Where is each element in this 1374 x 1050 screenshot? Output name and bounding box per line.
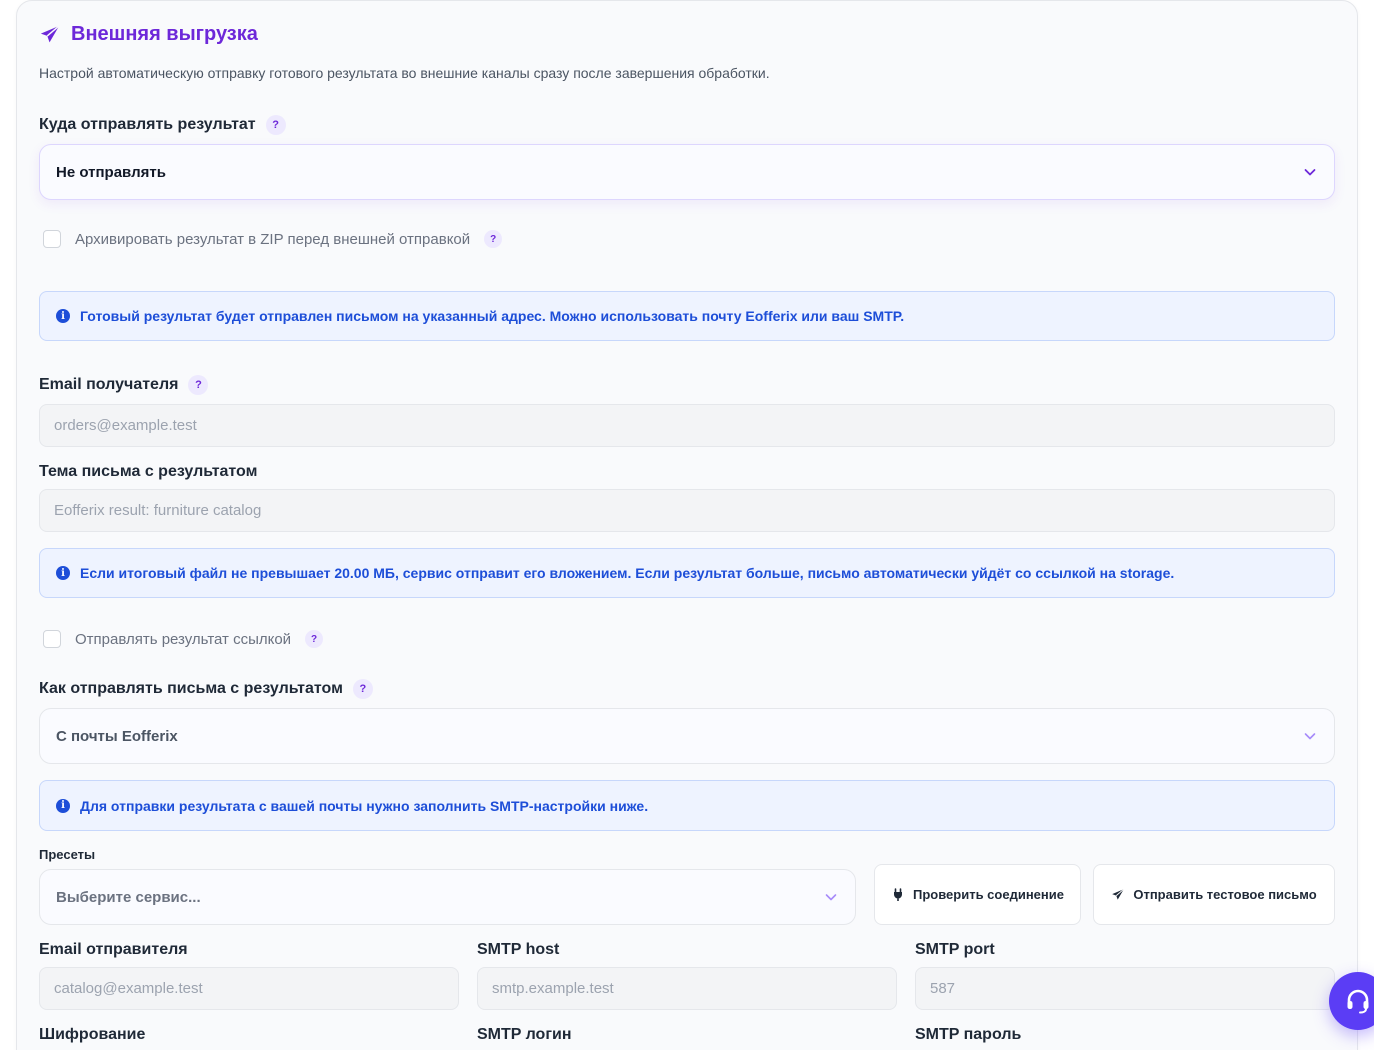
sender-email-input[interactable]: catalog@example.test bbox=[39, 967, 459, 1010]
section-header: Внешняя выгрузка bbox=[39, 23, 258, 46]
paper-plane-icon bbox=[40, 24, 60, 42]
link-checkbox-label: Отправлять результат ссылкой bbox=[75, 630, 292, 648]
send-test-email-label: Отправить тестовое письмо bbox=[1133, 887, 1317, 902]
presets-select-placeholder: Выберите сервис... bbox=[56, 888, 201, 906]
send-method-select-value: С почты Eofferix bbox=[56, 727, 178, 745]
subject-label: Тема письма с результатом bbox=[39, 463, 258, 480]
encryption-label: Шифрование bbox=[39, 1026, 146, 1043]
send-method-label: Как отправлять письма с результатом ? bbox=[39, 679, 373, 699]
sender-email-placeholder: catalog@example.test bbox=[54, 980, 203, 997]
subject-input[interactable]: Eofferix result: furniture catalog bbox=[39, 489, 1335, 532]
zip-checkbox-row: Архивировать результат в ZIP перед внешн… bbox=[43, 230, 503, 248]
recipient-help-icon[interactable]: ? bbox=[188, 375, 209, 395]
destination-select-value: Не отправлять bbox=[56, 163, 166, 181]
destination-help-icon[interactable]: ? bbox=[265, 115, 286, 135]
chevron-down-icon bbox=[825, 894, 837, 901]
link-checkbox[interactable] bbox=[43, 630, 61, 648]
subject-placeholder: Eofferix result: furniture catalog bbox=[54, 502, 262, 519]
smtp-port-label: SMTP port bbox=[915, 941, 995, 958]
destination-label: Куда отправлять результат ? bbox=[39, 115, 286, 135]
size-info-alert: i Если итоговый файл не превышает 20.00 … bbox=[39, 548, 1335, 598]
send-method-select[interactable]: С почты Eofferix bbox=[39, 708, 1335, 764]
smtp-host-input[interactable]: smtp.example.test bbox=[477, 967, 897, 1010]
chevron-down-icon bbox=[1304, 169, 1316, 176]
send-test-email-button[interactable]: Отправить тестовое письмо bbox=[1093, 864, 1335, 925]
destination-select[interactable]: Не отправлять bbox=[39, 144, 1335, 200]
smtp-info-text: Для отправки результата с вашей почты ну… bbox=[80, 797, 649, 814]
recipient-label: Email получателя ? bbox=[39, 375, 209, 395]
section-title: Внешняя выгрузка bbox=[71, 23, 258, 45]
smtp-host-placeholder: smtp.example.test bbox=[492, 980, 614, 997]
zip-help-icon[interactable]: ? bbox=[484, 230, 503, 248]
paper-plane-icon bbox=[1112, 888, 1125, 900]
plug-icon bbox=[894, 887, 902, 901]
link-checkbox-row: Отправлять результат ссылкой ? bbox=[43, 630, 324, 648]
check-connection-label: Проверить соединение bbox=[913, 887, 1064, 902]
recipient-email-input[interactable]: orders@example.test bbox=[39, 404, 1335, 447]
recipient-email-placeholder: orders@example.test bbox=[54, 417, 197, 434]
smtp-password-label: SMTP пароль bbox=[915, 1026, 1022, 1043]
headset-icon bbox=[1347, 989, 1369, 1014]
info-icon: i bbox=[56, 309, 70, 323]
email-info-alert: i Готовый результат будет отправлен пись… bbox=[39, 291, 1335, 341]
check-connection-button[interactable]: Проверить соединение bbox=[874, 864, 1081, 925]
zip-checkbox[interactable] bbox=[43, 230, 61, 248]
size-info-text: Если итоговый файл не превышает 20.00 МБ… bbox=[80, 565, 1175, 581]
sender-email-label: Email отправителя bbox=[39, 941, 188, 958]
section-description: Настрой автоматическую отправку готового… bbox=[39, 65, 770, 81]
smtp-info-alert: i Для отправки результата с вашей почты … bbox=[39, 780, 1335, 831]
send-method-help-icon[interactable]: ? bbox=[352, 679, 373, 699]
info-icon: i bbox=[56, 566, 70, 580]
zip-checkbox-label: Архивировать результат в ZIP перед внешн… bbox=[75, 230, 471, 248]
smtp-host-label: SMTP host bbox=[477, 941, 560, 958]
presets-label: Пресеты bbox=[39, 847, 96, 862]
info-icon: i bbox=[56, 798, 70, 813]
presets-select[interactable]: Выберите сервис... bbox=[39, 869, 856, 925]
email-info-text: Готовый результат будет отправлен письмо… bbox=[80, 308, 905, 324]
smtp-port-placeholder: 587 bbox=[930, 980, 956, 997]
smtp-login-label: SMTP логин bbox=[477, 1026, 572, 1043]
link-help-icon[interactable]: ? bbox=[305, 630, 324, 648]
external-export-card: Внешняя выгрузка Настрой автоматическую … bbox=[16, 0, 1358, 1050]
chevron-down-icon bbox=[1304, 733, 1316, 740]
smtp-port-input[interactable]: 587 bbox=[915, 967, 1335, 1010]
